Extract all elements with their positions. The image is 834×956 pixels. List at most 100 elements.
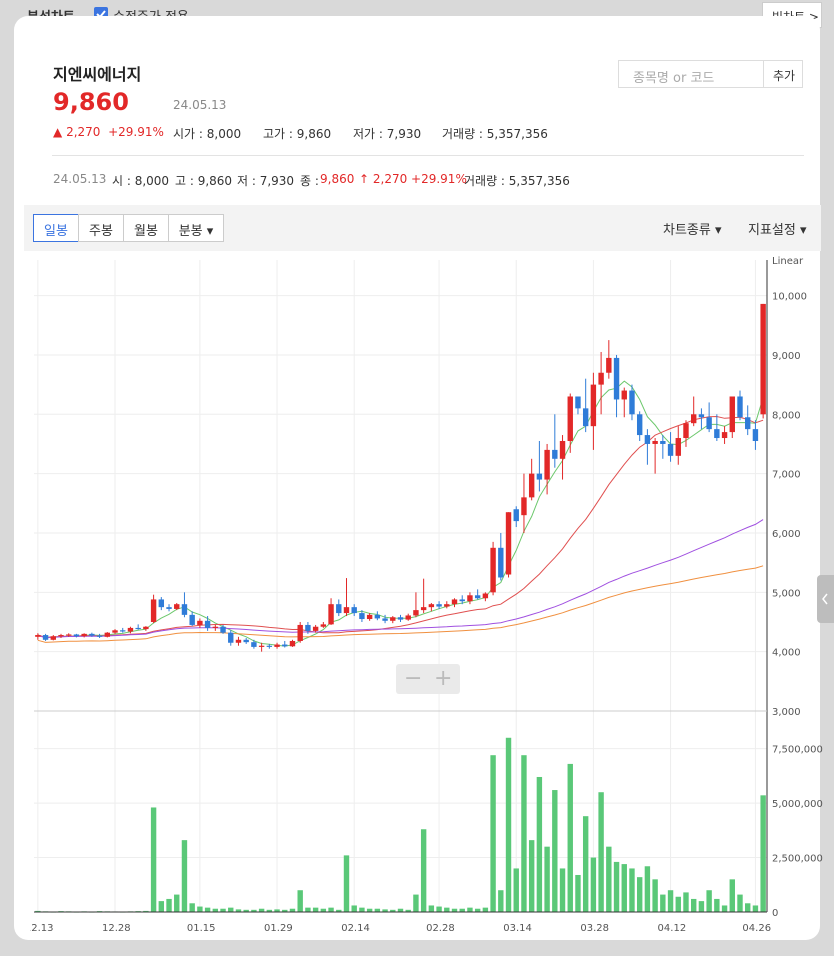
candle-body: [444, 604, 450, 607]
candle-body: [120, 630, 126, 632]
candle-body: [428, 604, 435, 608]
candle-body: [297, 624, 303, 641]
volume-bar: [621, 864, 627, 912]
candle-body: [598, 372, 604, 385]
candle-body: [112, 630, 118, 633]
candle-body: [552, 449, 558, 459]
price-change: ▲ 2,270 +29.91%: [53, 125, 164, 139]
scale-label: Linear: [772, 256, 804, 267]
candle-body: [621, 390, 627, 400]
stock-search-input[interactable]: 종목명 or 코드: [618, 60, 764, 88]
candle-body: [652, 440, 658, 444]
volume-bar: [174, 894, 180, 912]
summary-close: 9,860: [320, 172, 355, 186]
date-tick-label: 01.15: [187, 923, 216, 934]
add-stock-button[interactable]: 추가: [763, 60, 803, 88]
moving-averages: [37, 380, 764, 647]
candle-body: [390, 617, 396, 621]
candle-body: [382, 618, 388, 621]
summary-open: 시 : 8,000: [112, 174, 170, 188]
candle-body: [582, 408, 589, 427]
volume-bar: [498, 890, 504, 912]
candle-body: [104, 632, 111, 637]
candle-body: [312, 626, 319, 631]
candle-body: [320, 624, 327, 627]
volume-bar: [343, 855, 350, 912]
candle-body: [721, 432, 728, 439]
volume-bar: [150, 807, 157, 912]
volume-bar: [598, 792, 604, 912]
indicator-settings-menu[interactable]: 지표설정 ▾: [748, 219, 807, 238]
candle-body: [498, 547, 504, 578]
candle-body: [150, 599, 157, 622]
volume-bar: [567, 763, 573, 912]
ma120-line: [37, 565, 764, 643]
tab-minute[interactable]: 분봉 ▾: [168, 214, 224, 242]
volume-bar: [428, 905, 435, 912]
candle-body: [490, 547, 496, 593]
tab-daily[interactable]: 일봉: [33, 214, 79, 242]
candle-body: [636, 414, 643, 436]
volume-bar: [636, 877, 643, 912]
candle-body: [474, 595, 481, 599]
date-tick-label: 03.14: [503, 923, 532, 934]
candle-body: [714, 429, 720, 439]
zoom-out-button[interactable]: −: [404, 666, 422, 691]
volume-bar: [606, 846, 612, 912]
candle-body: [660, 440, 666, 444]
candle-body: [66, 634, 72, 636]
candle-body: [567, 396, 573, 441]
volume-bar: [528, 840, 535, 912]
volume-bar: [305, 907, 311, 912]
volume-bar: [413, 894, 419, 912]
volume-bar: [690, 898, 697, 912]
price-tick-label: 10,000: [772, 292, 807, 303]
zoom-control: − +: [396, 664, 460, 694]
candle-body: [282, 644, 288, 647]
volume-bar: [714, 898, 720, 912]
date-tick-label: 03.28: [580, 923, 609, 934]
divider: [52, 155, 804, 156]
low-price: 저가 : 7,930: [353, 127, 422, 141]
candle-body: [745, 417, 751, 430]
stock-chart[interactable]: 3,000 4,000 5,000 6,000 7,000 8,000 9,000 10,00…: [30, 254, 830, 934]
candle-body: [328, 604, 334, 625]
volume-bar: [490, 755, 496, 912]
candle-body: [544, 449, 550, 480]
candle-body: [405, 615, 411, 620]
volume-bar: [181, 840, 188, 912]
candle-body: [81, 633, 87, 637]
candle-body: [451, 599, 458, 605]
volume-bar: [536, 776, 543, 912]
tab-weekly[interactable]: 주봉: [78, 214, 124, 242]
volume-bar: [745, 903, 751, 912]
volume-bar: [228, 907, 234, 912]
summary-high: 고 : 9,860: [175, 174, 233, 188]
candle-body: [413, 610, 419, 616]
candle-body: [235, 639, 242, 643]
tab-monthly[interactable]: 월봉: [123, 214, 169, 242]
side-panel-handle[interactable]: [817, 575, 834, 623]
candle-body: [351, 607, 357, 614]
price-tick-label: 4,000: [772, 648, 801, 659]
price-tick-label: 8,000: [772, 410, 801, 421]
volume-bar: [328, 907, 334, 912]
volume-bars: [35, 737, 766, 913]
chart-type-menu[interactable]: 차트종류 ▾: [663, 219, 722, 238]
zoom-in-button[interactable]: +: [434, 666, 452, 691]
volume-bar: [351, 905, 357, 912]
candle-body: [590, 384, 597, 427]
volume-tick-label: 0: [772, 908, 778, 919]
date-tick-label: 04.12: [658, 923, 687, 934]
up-arrow-icon: ▲: [53, 125, 63, 139]
candle-body: [89, 633, 95, 636]
volume-bar: [505, 737, 512, 912]
candle-body: [174, 604, 180, 609]
volume-bar: [444, 907, 450, 912]
candle-body: [274, 644, 280, 647]
candle-body: [644, 435, 651, 444]
volume-bar: [552, 790, 558, 912]
price-tick-label: 5,000: [772, 588, 801, 599]
summary-volume: 거래량 : 5,357,356: [464, 174, 570, 188]
candle-body: [513, 509, 519, 522]
